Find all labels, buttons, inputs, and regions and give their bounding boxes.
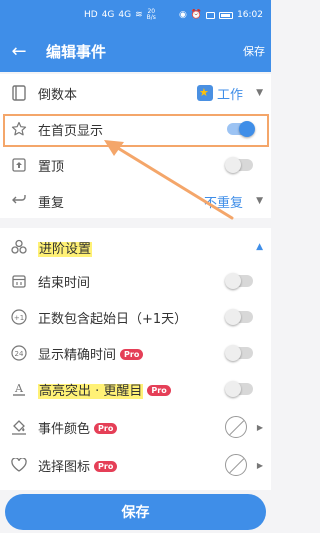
pin-top-label: 置顶 xyxy=(38,159,65,175)
clock-24-icon: 24 xyxy=(10,345,27,362)
advanced-settings-icon xyxy=(10,239,27,256)
advanced-header-text: 进阶设置 xyxy=(38,241,93,257)
chevron-down-icon: ▼ xyxy=(256,88,263,98)
battery-icon xyxy=(219,11,234,19)
app-bar: ← 编辑事件 保存 xyxy=(0,30,271,72)
pro-badge: Pro xyxy=(147,384,171,396)
end-time-row[interactable]: 结束时间 xyxy=(0,264,271,298)
event-color-row[interactable]: 事件颜色 Pro ▶ xyxy=(0,410,271,444)
advanced-header[interactable]: 进阶设置 ▲ xyxy=(0,230,271,264)
repeat-row[interactable]: 重复 不重复 ▼ xyxy=(0,184,271,218)
eye-icon: ◉ xyxy=(178,10,187,20)
chevron-right-icon: ▶ xyxy=(256,460,263,470)
pro-badge: Pro xyxy=(94,460,118,472)
precise-time-row[interactable]: 24 显示精确时间 Pro xyxy=(0,336,271,370)
signal-2: 4G xyxy=(118,10,132,20)
status-right: ◉ ⏰ 16:02 xyxy=(179,10,263,20)
svg-text:A: A xyxy=(14,382,24,395)
pin-top-toggle[interactable] xyxy=(225,157,253,173)
back-button[interactable]: ← xyxy=(6,38,32,64)
toggle-knob xyxy=(225,309,241,325)
end-time-label: 结束时间 xyxy=(38,275,91,291)
repeat-value[interactable]: 不重复 xyxy=(204,192,243,211)
event-color-label: 事件颜色 Pro xyxy=(38,418,118,437)
repeat-icon xyxy=(10,193,27,210)
sim-icon xyxy=(206,11,216,19)
event-color-text: 事件颜色 xyxy=(38,421,91,437)
include-start-row[interactable]: +1 正数包含起始日（+1天） xyxy=(0,300,271,334)
svg-text:24: 24 xyxy=(14,350,23,358)
highlight-label: 高亮突出 · 更醒目 Pro xyxy=(38,380,171,399)
end-time-toggle[interactable] xyxy=(225,273,253,289)
clock-time: 16:02 xyxy=(237,10,263,20)
toggle-knob xyxy=(225,273,241,289)
highlight-row[interactable]: A 高亮突出 · 更醒目 Pro xyxy=(0,372,271,406)
pin-icon xyxy=(10,157,27,174)
signal-1: 4G xyxy=(101,10,115,20)
countdown-book-value-text: 工作 xyxy=(216,87,243,103)
toggle-knob xyxy=(225,345,241,361)
highlight-text: 高亮突出 · 更醒目 xyxy=(38,383,144,399)
alarm-icon: ⏰ xyxy=(190,10,203,20)
plus-one-icon: +1 xyxy=(10,309,27,326)
page-title: 编辑事件 xyxy=(46,43,107,61)
toggle-knob xyxy=(225,381,241,397)
pin-top-row[interactable]: 置顶 xyxy=(0,148,271,182)
countdown-book-row[interactable]: 倒数本 工作 ▼ xyxy=(0,76,271,110)
heart-icon xyxy=(10,457,27,474)
countdown-book-label: 倒数本 xyxy=(38,87,78,103)
status-bar: HD 4G 4G ≋ 20 B/s ◉ ⏰ 16:02 xyxy=(0,0,271,30)
save-button-bottom[interactable]: 保存 xyxy=(5,494,266,530)
choose-icon-row[interactable]: 选择图标 Pro ▶ xyxy=(0,448,271,482)
book-icon xyxy=(10,85,27,102)
chevron-up-icon: ▲ xyxy=(256,242,263,252)
include-start-toggle[interactable] xyxy=(225,309,253,325)
arrow-left-icon: ← xyxy=(11,40,27,62)
annotation-highlight-box xyxy=(3,114,269,147)
choose-icon-label: 选择图标 Pro xyxy=(38,456,118,475)
paint-bucket-icon xyxy=(10,419,27,436)
chevron-right-icon: ▶ xyxy=(256,422,263,432)
precise-time-label: 显示精确时间 Pro xyxy=(38,344,144,363)
save-button-top[interactable]: 保存 xyxy=(243,43,265,59)
hd-indicator: HD xyxy=(84,10,98,20)
chevron-down-icon: ▼ xyxy=(256,196,263,206)
wifi-icon: ≋ xyxy=(135,10,143,20)
pro-badge: Pro xyxy=(94,422,118,434)
highlight-toggle[interactable] xyxy=(225,381,253,397)
network-speed: 20 B/s xyxy=(146,8,156,21)
status-left: HD 4G 4G ≋ 20 B/s xyxy=(84,9,156,21)
precise-time-toggle[interactable] xyxy=(225,345,253,361)
choose-icon-text: 选择图标 xyxy=(38,459,91,475)
text-format-icon: A xyxy=(10,381,27,398)
no-color-swatch[interactable] xyxy=(225,416,247,438)
pro-badge: Pro xyxy=(120,348,144,360)
calendar-icon xyxy=(10,273,27,290)
no-icon-swatch[interactable] xyxy=(225,454,247,476)
advanced-settings-card: 进阶设置 ▲ 结束时间 +1 正数包含起始日（+1天） 24 显示精确时间 Pro… xyxy=(0,228,271,490)
advanced-header-label: 进阶设置 xyxy=(38,238,93,257)
svg-text:+1: +1 xyxy=(13,314,23,322)
include-start-label: 正数包含起始日（+1天） xyxy=(38,311,188,327)
countdown-book-value[interactable]: 工作 xyxy=(196,84,243,103)
precise-time-text: 显示精确时间 xyxy=(38,347,117,363)
toggle-knob xyxy=(225,157,241,173)
category-icon xyxy=(196,85,213,101)
repeat-label: 重复 xyxy=(38,195,65,211)
